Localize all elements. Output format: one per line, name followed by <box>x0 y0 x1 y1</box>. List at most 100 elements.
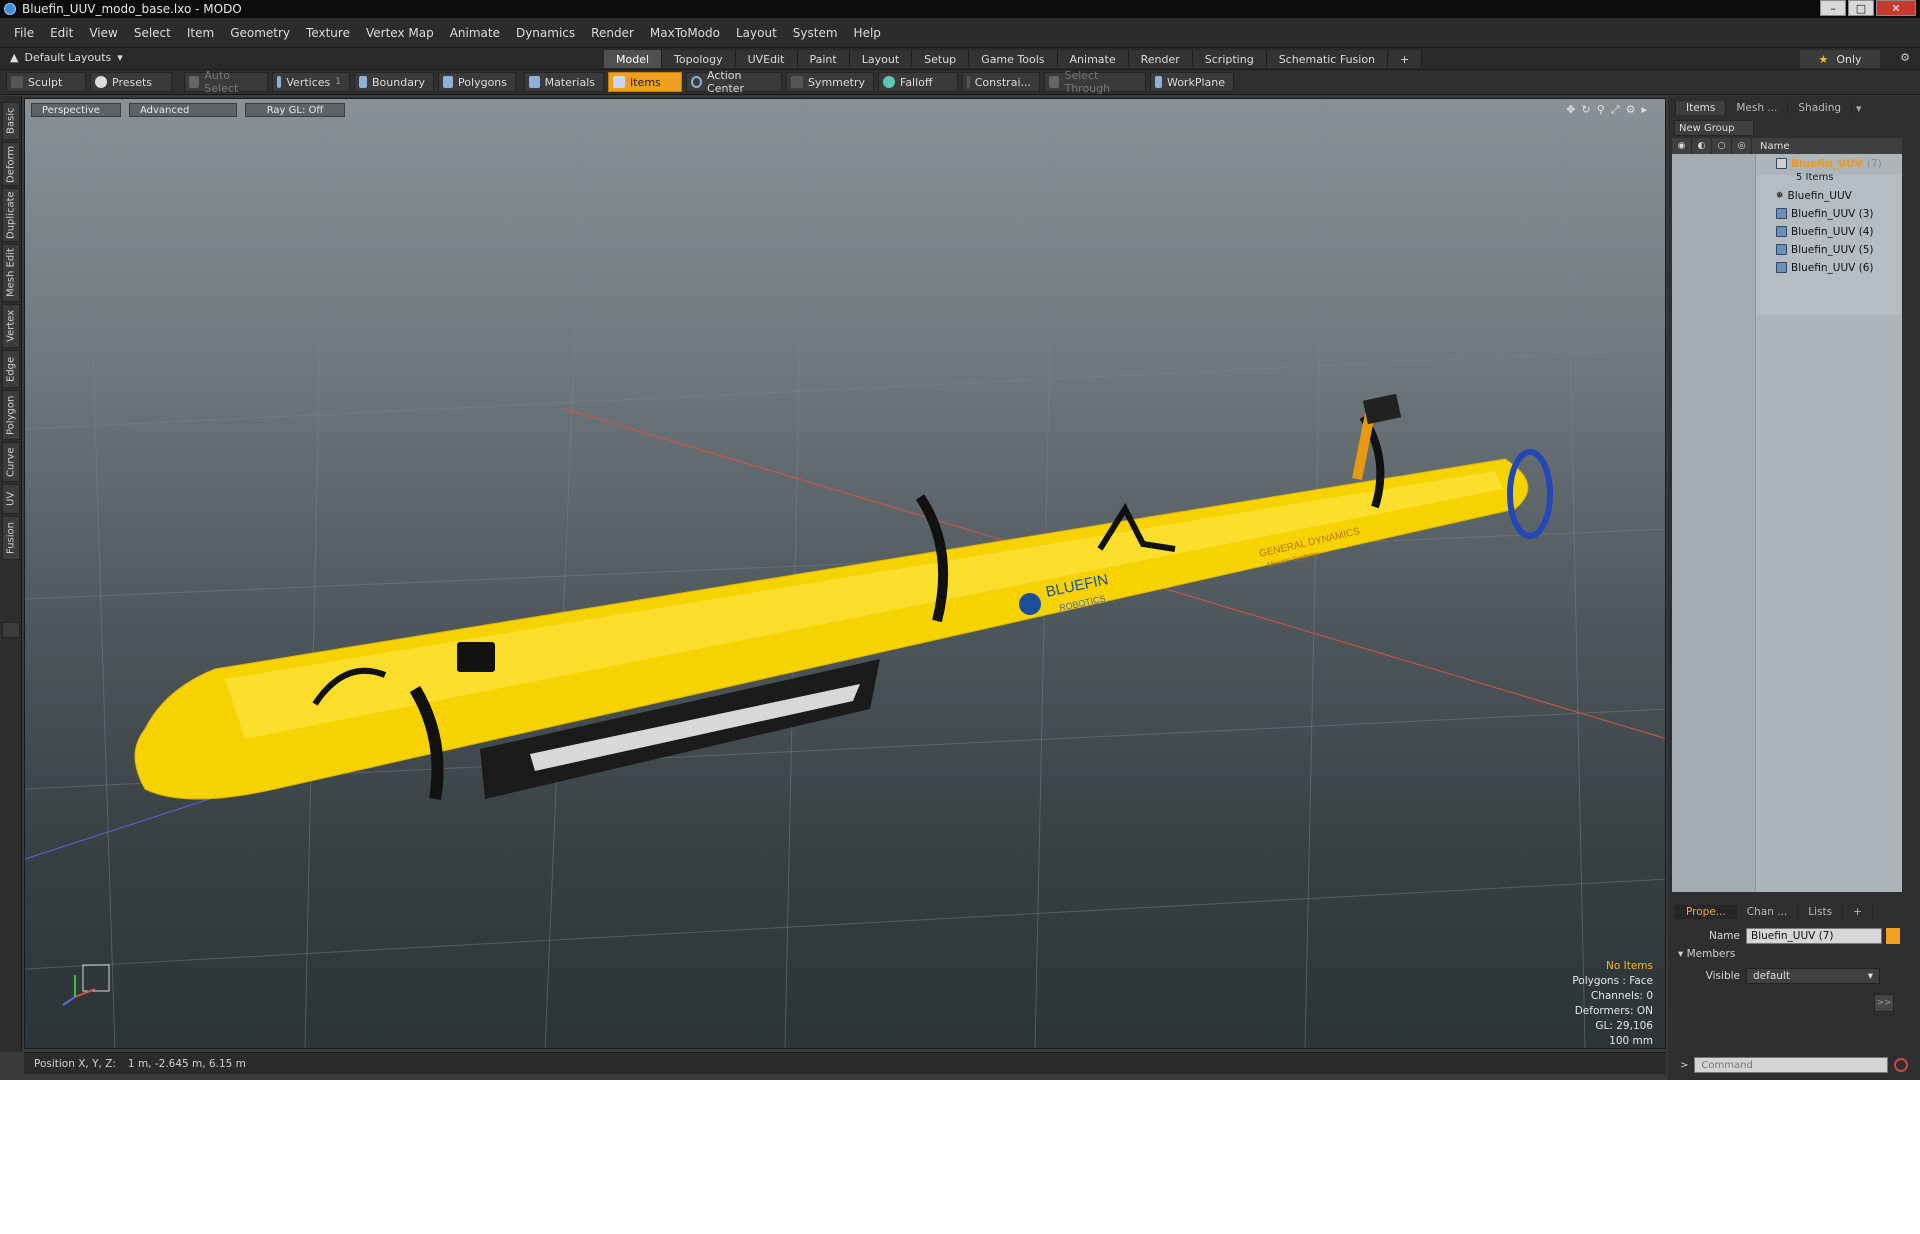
select-toggle-icon[interactable]: ◎ <box>1732 138 1752 154</box>
left-tool-tabs: Basic Deform Duplicate Mesh Edit Vertex … <box>0 96 22 1052</box>
maximize-view-icon[interactable]: ⤢ <box>1611 103 1620 117</box>
panel-dropdown-icon[interactable]: ▾ <box>1856 102 1862 115</box>
raygl-button[interactable]: Ray GL: Off <box>245 103 345 117</box>
tab-render[interactable]: Render <box>1128 50 1193 68</box>
menu-dynamics[interactable]: Dynamics <box>508 26 583 40</box>
render-toggle-icon[interactable]: ◐ <box>1692 138 1712 154</box>
tab-shading[interactable]: Shading <box>1788 101 1853 115</box>
menu-layout[interactable]: Layout <box>728 26 785 40</box>
members-section[interactable]: ▾ Members <box>1678 948 1735 960</box>
menu-vertex-map[interactable]: Vertex Map <box>358 26 442 40</box>
tab-edge[interactable]: Edge <box>2 350 20 388</box>
maximize-button[interactable]: □ <box>1848 0 1874 16</box>
menu-item[interactable]: Item <box>179 26 222 40</box>
viewport-gear-icon[interactable]: ⚙ <box>1626 103 1636 117</box>
only-toggle[interactable]: ★ Only <box>1800 50 1880 68</box>
3d-viewport[interactable]: BLUEFIN ROBOTICS GENERAL DYNAMICS Missio… <box>24 98 1666 1049</box>
menu-help[interactable]: Help <box>846 26 889 40</box>
tab-curve[interactable]: Curve <box>2 442 20 482</box>
constraints-button[interactable]: Constrai... <box>962 72 1040 92</box>
polygons-button[interactable]: Polygons <box>438 72 516 92</box>
tab-animate[interactable]: Animate <box>1057 50 1129 68</box>
expand-button[interactable]: >> <box>1874 994 1894 1012</box>
menu-select[interactable]: Select <box>126 26 179 40</box>
group-row[interactable]: Bluefin_UUV (7) <box>1776 156 1882 171</box>
vertices-button[interactable]: Vertices 1 <box>272 72 350 92</box>
collapse-tab[interactable] <box>2 622 20 638</box>
layout-arrow-icon: ▲ <box>10 51 19 64</box>
move-view-icon[interactable]: ✥ <box>1566 103 1575 117</box>
tab-lists[interactable]: Lists <box>1798 905 1844 919</box>
items-button[interactable]: Items <box>608 72 682 92</box>
materials-button[interactable]: Materials <box>524 72 604 92</box>
menu-geometry[interactable]: Geometry <box>222 26 298 40</box>
menu-file[interactable]: File <box>6 26 42 40</box>
gear-icon[interactable]: ⚙ <box>1900 51 1910 64</box>
list-item[interactable]: Bluefin_UUV (6) <box>1776 260 1874 275</box>
tab-paint[interactable]: Paint <box>797 50 850 68</box>
tab-model[interactable]: Model <box>604 50 663 68</box>
record-icon[interactable] <box>1894 1058 1908 1072</box>
view-mode-button[interactable]: Perspective <box>31 103 121 117</box>
tab-items[interactable]: Items <box>1676 101 1727 115</box>
sculpt-button[interactable]: Sculpt <box>6 72 86 92</box>
close-button[interactable]: ✕ <box>1876 0 1916 16</box>
shading-mode-button[interactable]: Advanced <box>129 103 237 117</box>
tab-uv[interactable]: UV <box>2 484 20 514</box>
tab-duplicate[interactable]: Duplicate <box>2 188 20 242</box>
zoom-view-icon[interactable]: ⚲ <box>1597 103 1605 117</box>
new-group-button[interactable]: New Group <box>1674 120 1754 136</box>
tab-channels[interactable]: Chan ... <box>1737 905 1799 919</box>
list-item[interactable]: Bluefin_UUV (5) <box>1776 242 1874 257</box>
add-panel-tab-button[interactable]: + <box>1843 905 1873 919</box>
lock-toggle-icon[interactable]: ○ <box>1712 138 1732 154</box>
panel-grip-icon[interactable] <box>1668 101 1676 115</box>
tab-layout[interactable]: Layout <box>849 50 913 68</box>
select-through-button[interactable]: Select Through <box>1044 69 1146 95</box>
menu-animate[interactable]: Animate <box>442 26 508 40</box>
tab-properties[interactable]: Prope... <box>1676 905 1737 919</box>
visible-dropdown[interactable]: default ▾ <box>1746 968 1880 984</box>
viewport-menu-icon[interactable]: ▸ <box>1641 103 1647 117</box>
panel-grip-icon[interactable] <box>1668 905 1676 919</box>
action-center-button[interactable]: Action Center <box>686 69 782 95</box>
list-item[interactable]: Bluefin_UUV (3) <box>1776 206 1874 221</box>
menu-render[interactable]: Render <box>583 26 642 40</box>
name-field[interactable]: Bluefin_UUV (7) <box>1746 928 1882 944</box>
menu-texture[interactable]: Texture <box>298 26 358 40</box>
list-item[interactable]: ❅ Bluefin_UUV <box>1776 188 1852 203</box>
name-options-button[interactable] <box>1886 928 1900 944</box>
minimize-button[interactable]: – <box>1820 0 1846 16</box>
command-input[interactable]: Command <box>1694 1057 1889 1073</box>
menu-maxtomodo[interactable]: MaxToModo <box>642 26 728 40</box>
boundary-button[interactable]: Boundary <box>354 72 434 92</box>
tab-mesh-edit[interactable]: Mesh Edit <box>2 244 20 302</box>
workplane-button[interactable]: WorkPlane <box>1150 72 1234 92</box>
presets-button[interactable]: Presets <box>90 72 172 92</box>
rotate-view-icon[interactable]: ↻ <box>1582 103 1591 117</box>
tab-polygon[interactable]: Polygon <box>2 390 20 440</box>
tab-setup[interactable]: Setup <box>912 50 970 68</box>
visibility-eye-icon[interactable]: ◉ <box>1672 138 1692 154</box>
tab-schematic-fusion[interactable]: Schematic Fusion <box>1266 50 1389 68</box>
auto-select-button[interactable]: Auto Select <box>184 69 268 95</box>
tab-scripting[interactable]: Scripting <box>1192 50 1267 68</box>
menu-view[interactable]: View <box>81 26 125 40</box>
tab-topology[interactable]: Topology <box>662 50 736 68</box>
layouts-dropdown[interactable]: ▲ Default Layouts ▾ <box>10 51 123 64</box>
tab-vertex[interactable]: Vertex <box>2 304 20 348</box>
tab-fusion[interactable]: Fusion <box>2 516 20 560</box>
symmetry-button[interactable]: Symmetry <box>786 72 874 92</box>
locator-icon: ❅ <box>1776 190 1784 201</box>
add-tab-button[interactable]: + <box>1388 50 1423 68</box>
tab-basic[interactable]: Basic <box>2 102 20 140</box>
tab-game-tools[interactable]: Game Tools <box>969 50 1058 68</box>
list-item[interactable]: Bluefin_UUV (4) <box>1776 224 1874 239</box>
tab-mesh[interactable]: Mesh ... <box>1726 101 1789 115</box>
tab-uvedit[interactable]: UVEdit <box>735 50 798 68</box>
tab-deform[interactable]: Deform <box>2 142 20 186</box>
menu-edit[interactable]: Edit <box>42 26 81 40</box>
menu-system[interactable]: System <box>785 26 846 40</box>
falloff-button[interactable]: Falloff <box>878 72 958 92</box>
mesh-icon <box>1776 208 1787 219</box>
